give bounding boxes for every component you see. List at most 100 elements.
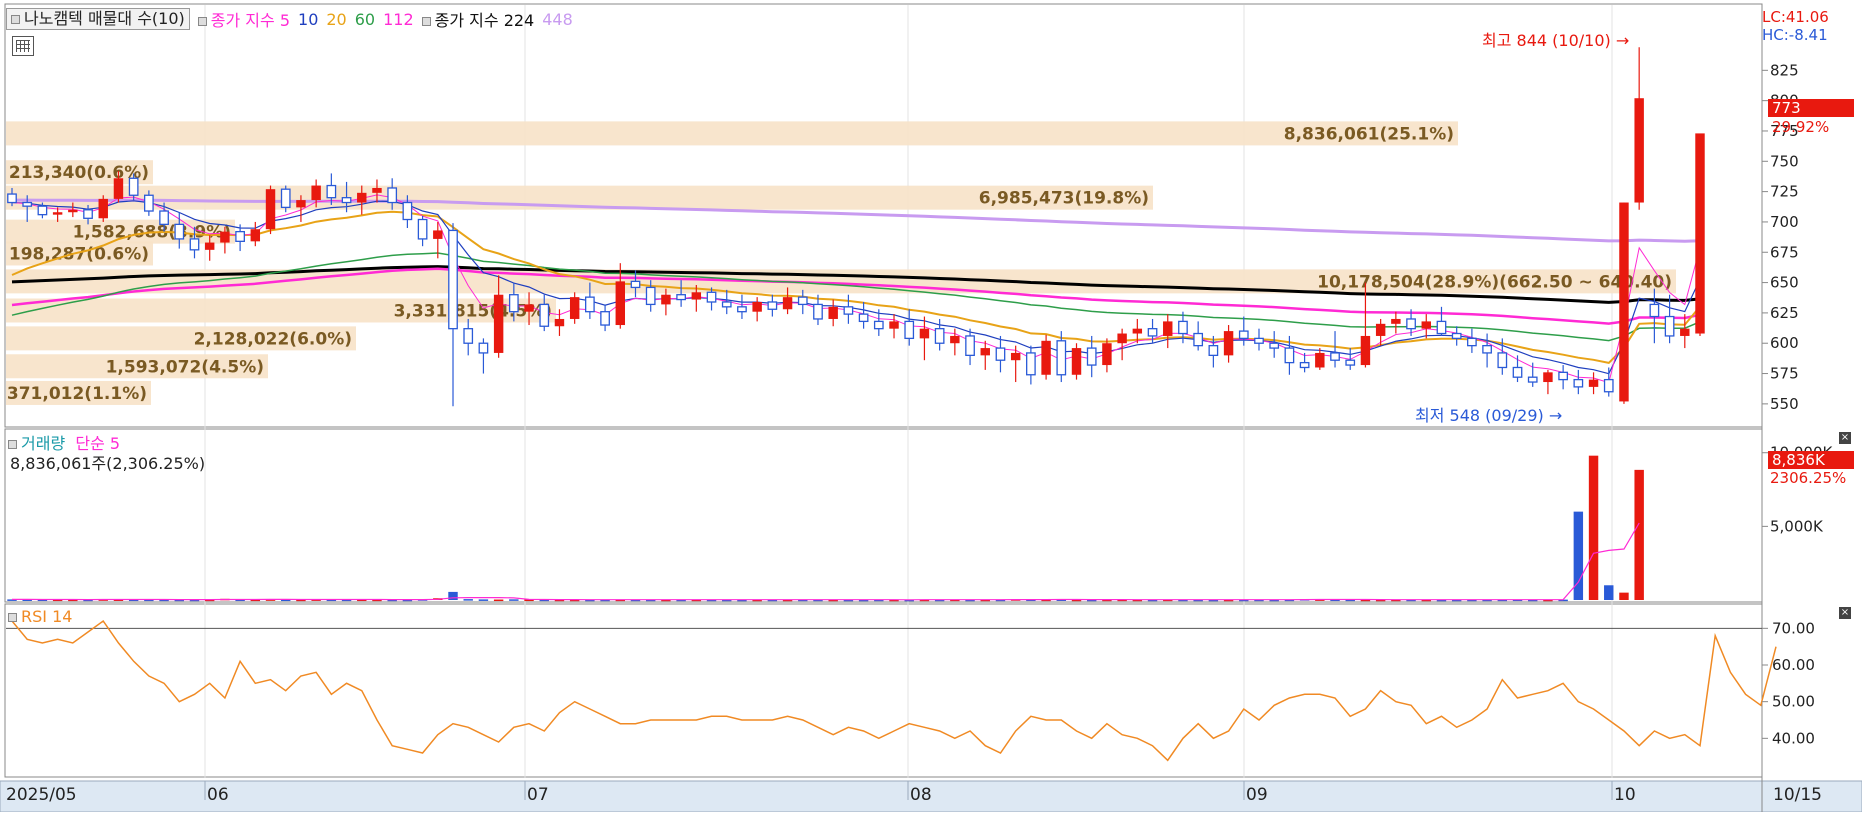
candle-body <box>767 301 778 310</box>
rsi-title: RSI 14 <box>21 607 73 626</box>
long-ma-legend[interactable]: 종가 지수 224 <box>421 7 534 31</box>
chart-canvas[interactable]: 8,836,061(25.1%) 6,985,473(19.8%) 10,178,5… <box>0 0 1862 813</box>
candle-body <box>204 242 215 250</box>
volume-bar <box>448 591 458 600</box>
candle-body <box>1299 361 1310 369</box>
candle-body <box>1010 352 1021 361</box>
candle-body <box>7 193 17 204</box>
candle-body <box>1436 320 1447 335</box>
candle-body <box>1619 202 1629 402</box>
candle-body <box>1527 376 1538 383</box>
candle-body <box>1497 352 1508 369</box>
candle-body <box>1558 371 1568 381</box>
candle-body <box>1375 323 1386 336</box>
price-tick-label: 600 <box>1770 334 1799 352</box>
candle-body <box>37 205 48 216</box>
volume-bar <box>1634 469 1644 600</box>
candle-body <box>311 185 321 201</box>
volume-profile-label: 213,340(0.6%) <box>9 163 149 183</box>
candle-body <box>1421 321 1431 329</box>
candle-body <box>433 230 443 239</box>
candle-body <box>950 335 960 344</box>
volume-profile-label: 371,012(1.1%) <box>7 384 147 404</box>
candle-body <box>965 335 975 357</box>
candle-body <box>1147 328 1158 337</box>
volume-bar <box>493 599 504 602</box>
candle-body <box>1056 340 1067 376</box>
price-tick-label: 675 <box>1770 243 1799 261</box>
candle-body <box>98 198 108 219</box>
candle-body <box>1254 337 1264 344</box>
candle-body <box>1238 330 1249 340</box>
volume-profile-label: 10,178,504(28.9%)(662.50 ~ 640.40) <box>1317 272 1672 292</box>
candle-body <box>174 223 185 240</box>
ma-legend[interactable]: 종가 지수 5 <box>197 7 290 31</box>
candle-body <box>1102 343 1112 366</box>
collapse-icon[interactable] <box>11 15 20 24</box>
candle-body <box>144 194 154 212</box>
price-tick-label: 625 <box>1770 304 1799 322</box>
candle-body <box>463 328 474 344</box>
ma-period-10: 10 <box>298 9 319 29</box>
low-note: 최저 548 (09/29) → <box>1415 406 1563 425</box>
candle-body <box>1269 342 1280 349</box>
x-label-start: 2025/05 <box>6 785 77 805</box>
volume-legend-icon <box>8 440 17 449</box>
candle-body <box>1451 332 1462 340</box>
candle-body <box>448 229 458 330</box>
volume-bar <box>1604 585 1614 600</box>
candle-body <box>493 294 504 353</box>
candle-body <box>524 304 534 312</box>
rsi-close-button[interactable]: × <box>1839 607 1851 619</box>
ma-period-60: 60 <box>354 9 376 29</box>
candle-body <box>220 231 230 243</box>
x-label-oct: 10 <box>1614 785 1636 805</box>
candle-body <box>265 189 276 230</box>
candle-body <box>706 291 717 303</box>
candle-body <box>1345 359 1356 366</box>
candle-body <box>1649 303 1660 318</box>
rsi-tick-label: 70.00 <box>1772 619 1815 637</box>
price-tick-label: 550 <box>1770 395 1799 413</box>
hc-label: HC:-8.41 <box>1762 26 1828 44</box>
candle-body <box>1391 318 1401 324</box>
ma-period-20: 20 <box>326 9 347 29</box>
lc-label: LC:41.06 <box>1762 8 1829 26</box>
volume-profile-label: 2,128,022(6.0%) <box>194 329 352 349</box>
candle-body <box>1163 321 1173 336</box>
volume-profile-label: 8,836,061(25.1%) <box>1284 124 1454 144</box>
rsi-legend[interactable]: RSI 14 <box>8 607 72 626</box>
candle-body <box>843 306 854 315</box>
candle-body <box>52 212 63 215</box>
rsi-panel-frame <box>4 603 1763 778</box>
volume-profile-bar <box>6 121 1458 146</box>
volume-close-button[interactable]: × <box>1839 432 1851 444</box>
price-tick-label: 750 <box>1770 152 1799 170</box>
candle-body <box>387 187 398 204</box>
candle-body <box>1071 348 1082 375</box>
ma-period-112: 112 <box>383 9 414 29</box>
candle-body <box>296 200 306 208</box>
table-grid-icon[interactable] <box>12 36 34 56</box>
candle-body <box>417 218 428 240</box>
volume-summary: 8,836,061주(2,306.25%) <box>10 454 206 473</box>
candle-body <box>615 281 626 326</box>
candle-body <box>508 294 519 313</box>
volume-bar <box>1619 592 1629 600</box>
candle-body <box>1543 372 1553 383</box>
candle-body <box>691 292 702 300</box>
candle-body <box>889 321 899 329</box>
candle-body <box>1330 352 1340 361</box>
chart-stage: 8,836,061(25.1%) 6,985,473(19.8%) 10,178,5… <box>0 0 1862 813</box>
stock-title[interactable]: 나노캠텍 매물대 수(10) <box>6 8 190 30</box>
candle-body <box>1588 379 1599 387</box>
candle-body <box>539 303 550 327</box>
candle-body <box>1512 366 1523 378</box>
candle-body <box>1680 328 1690 336</box>
candle-body <box>980 348 990 356</box>
candle-body <box>1695 133 1705 334</box>
volume-badge: 8,836K <box>1768 451 1854 469</box>
candle-body <box>357 192 367 203</box>
rsi-tick-label: 50.00 <box>1772 693 1815 711</box>
candle-body <box>1406 318 1416 330</box>
